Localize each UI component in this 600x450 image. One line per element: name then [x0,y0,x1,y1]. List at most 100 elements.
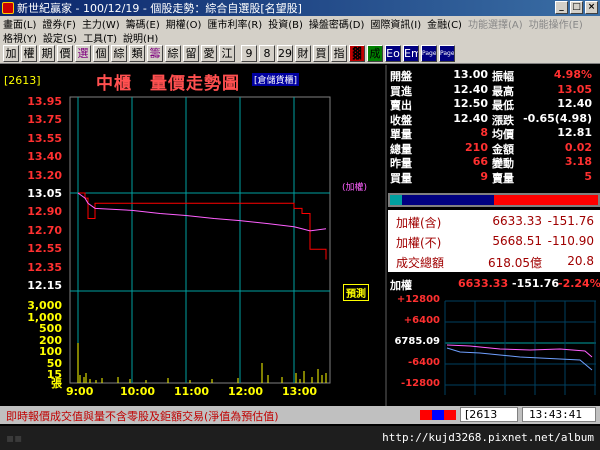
quote-value: 12.40 [557,97,592,110]
index-label: 成交總額 [396,256,445,270]
quote-value: 66 [472,155,488,168]
index-row: 加權(含) 6633.33 -151.76 [388,214,600,232]
toolbar-button-23[interactable]: Page [421,44,437,62]
chart-title: 中櫃 量價走勢圖 [96,74,240,94]
time-tick-label: 9:00 [66,385,94,398]
quote-row: 賣出 12.50 最低 12.40 [388,97,600,112]
toolbar-button-4[interactable]: 選 [75,44,91,62]
price-tick-label: 12.55 [27,242,62,256]
minimize-button[interactable]: _ [555,1,568,14]
quote-value: 0.02 [564,140,592,154]
toolbar-button-21[interactable]: Eo [385,44,401,62]
toolbar-button-11[interactable]: 愛 [201,44,217,62]
toolbar-button-24[interactable]: Page [439,44,455,62]
toolbar-button-12[interactable]: 江 [219,44,235,62]
quote-label: 賣量 [492,171,514,185]
price-tick-label: 13.95 [27,95,62,108]
toolbar-button-7[interactable]: 類 [129,44,145,62]
menu-item-row1-2[interactable]: 主力(W) [82,16,120,31]
quote-value: 8 [480,126,488,139]
index-overlay-label: (加權) [342,183,368,193]
estimate-tag[interactable]: 預測 [343,284,369,301]
industry-tag[interactable]: [倉儲貨櫃] [252,73,300,86]
quote-value: 9 [480,169,488,183]
quote-value: 5 [584,169,592,183]
volume-unit-label: 張 [51,377,62,390]
toolbar-button-9[interactable]: 綜 [165,44,181,62]
menu-item-row1-7[interactable]: 操盤密碼(D) [309,16,365,31]
price-tick-label: 12.90 [27,205,62,219]
stock-code-input[interactable]: [2613 [460,407,518,422]
window-title-bar[interactable]: 新世紀贏家 - 100/12/19 - 個股走勢：綜合自選股[名望股] _ □ … [0,0,600,16]
quote-panel: 開盤 13.00 振幅 4.98% 買進 12.40 最高 13.05 賣出 12.50 最低 12.… [388,65,600,191]
toolbar-button-20[interactable]: 成 [367,44,383,62]
quote-value: 12.50 [453,97,488,110]
menu-item-row1-5[interactable]: 匯市利率(R) [207,16,262,31]
toolbar-button-8[interactable]: 籌 [147,44,163,62]
index-value: 5668.51 [492,234,542,248]
mini-index-value: 6633.33 [458,277,509,290]
menu-item-row1-10[interactable]: 功能選擇(A) [468,16,523,31]
quote-row: 昨量 66 變動 3.18 [388,155,600,170]
index-change: 20.8 [567,254,594,268]
toolbar-button-19[interactable]: ▓ [349,44,365,62]
toolbar-button-10[interactable]: 留 [183,44,199,62]
menu-bar: 畫面(L) 證券(F) 主力(W) 籌碼(E) 期權(O) 匯市利率(R) 投資(B) 操盤密… [0,16,600,46]
menu-item-row1-8[interactable]: 國際資訊(I) [370,16,421,31]
menu-item-row1-9[interactable]: 金融(C) [427,16,462,31]
price-tick-label: 13.75 [27,113,62,127]
taskbar-start[interactable]: ▪▪ [6,431,22,445]
toolbar-button-16[interactable]: 財 [295,44,311,62]
quote-label: 買量 [390,171,412,185]
index-summary-box: 加權(含) 6633.33 -151.76 加權(不) 5668.51 -110.90 成交… [388,210,600,272]
toolbar-button-18[interactable]: 指 [331,44,347,62]
toolbar-button-14[interactable]: 8 [259,44,275,62]
watermark-bar: ▪▪ http://kujd3268.pixnet.net/album [0,426,600,450]
toolbar-button-5[interactable]: 個 [93,44,109,62]
bid-ask-bar [388,193,600,207]
toolbar-button-1[interactable]: 權 [21,44,37,62]
menu-item-row1-4[interactable]: 期權(O) [166,16,202,31]
mini-index-label: 加權 [390,279,412,292]
index-change: -110.90 [547,234,594,248]
price-tick-label: 13.40 [27,150,62,164]
watermark-text: http://kujd3268.pixnet.net/album [382,431,594,444]
mini-index-change: -151.76 [512,277,560,290]
toolbar-button-17[interactable]: 買 [313,44,329,62]
maximize-button[interactable]: □ [570,1,583,14]
time-tick-label: 10:00 [120,385,156,398]
price-tick-label: 12.35 [27,260,62,274]
quote-value: 13.00 [453,68,488,81]
stock-code[interactable]: [2613] [4,74,41,87]
quote-value: -0.65(4.98) [523,111,592,125]
price-tick-label: 13.05 [27,187,62,200]
menu-row-1: 畫面(L) 證券(F) 主力(W) 籌碼(E) 期權(O) 匯市利率(R) 投資(B) 操盤密… [0,16,600,31]
quote-row: 開盤 13.00 振幅 4.98% [388,68,600,83]
quote-row: 買進 12.40 最高 13.05 [388,82,600,98]
toolbar-button-6[interactable]: 綜 [111,44,127,62]
menu-item-row1-6[interactable]: 投資(B) [268,16,303,31]
toolbar-button-22[interactable]: Em [403,44,419,62]
index-label: 加權(不) [396,236,442,250]
toolbar-button-15[interactable]: 29 [277,44,293,62]
main-panel: [2613] 中櫃 量價走勢圖 [倉儲貨櫃] 13.95 13.75 13.55 13… [0,65,600,450]
menu-item-row1-1[interactable]: 證券(F) [42,16,76,31]
toolbar-button-13[interactable]: 9 [241,44,257,62]
close-button[interactable]: × [585,1,598,14]
menu-item-row1-3[interactable]: 籌碼(E) [126,16,160,31]
time-tick-label: 12:00 [228,385,264,398]
menu-item-row1-11[interactable]: 功能操作(E) [529,16,583,31]
menu-item-row1-0[interactable]: 畫面(L) [3,16,36,31]
app-icon [2,2,14,14]
toolbar-button-3[interactable]: 價 [57,44,73,62]
window-title: 新世紀贏家 - 100/12/19 - 個股走勢：綜合自選股[名望股] [17,2,302,15]
sequence-indicator [420,410,456,420]
toolbar-button-0[interactable]: 加 [3,44,19,62]
toolbar-button-2[interactable]: 期 [39,44,55,62]
quote-row: 總量 210 金額 0.02 [388,140,600,156]
time-tick-label: 13:00 [282,385,318,398]
quote-value: 12.40 [453,111,488,125]
quote-value: 12.40 [453,82,488,96]
index-value: 618.05億 [488,256,542,270]
price-tick-label: 13.55 [27,131,62,145]
